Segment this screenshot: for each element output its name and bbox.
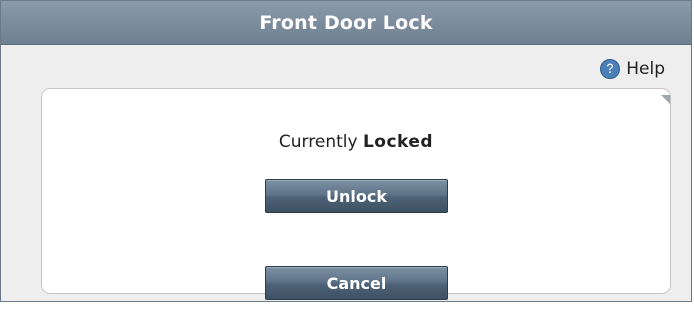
status-value: Locked	[362, 132, 434, 152]
lock-dialog: Front Door Lock Help Currently Locked Un…	[0, 0, 692, 302]
unlock-button[interactable]: Unlock	[265, 179, 448, 213]
lock-status: Currently Locked	[42, 132, 670, 152]
cancel-button[interactable]: Cancel	[265, 266, 448, 300]
cancel-button-label: Cancel	[326, 273, 387, 293]
content-panel: Currently Locked Unlock Cancel	[41, 88, 671, 300]
corner-decoration	[661, 89, 670, 104]
dialog-title: Front Door Lock	[259, 11, 433, 34]
help-link[interactable]: Help	[600, 59, 665, 79]
title-bar: Front Door Lock	[1, 1, 691, 45]
help-label: Help	[626, 59, 665, 79]
question-icon	[600, 59, 621, 79]
status-prefix: Currently	[278, 132, 358, 152]
unlock-button-label: Unlock	[326, 186, 387, 206]
